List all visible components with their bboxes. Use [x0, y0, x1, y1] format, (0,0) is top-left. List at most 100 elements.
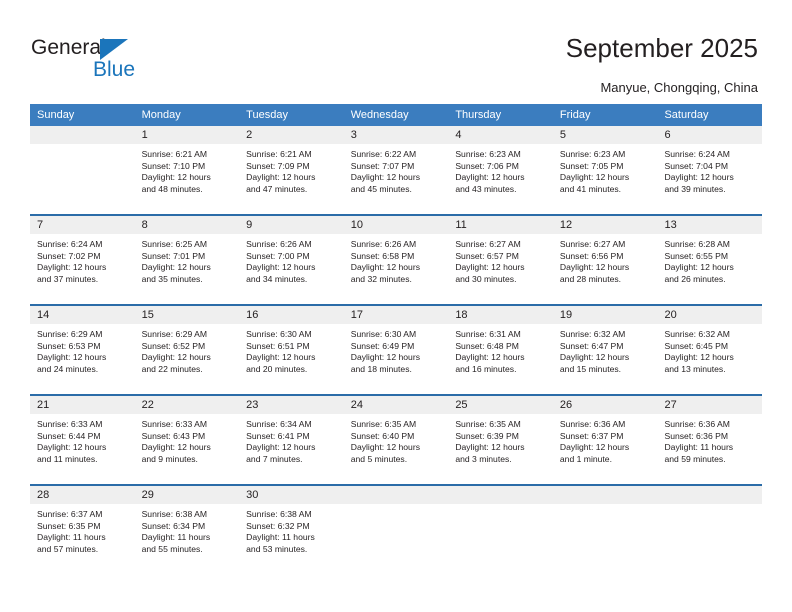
- calendar-day-cell[interactable]: 16 Sunrise: 6:30 AM Sunset: 6:51 PM Dayligh…: [239, 306, 344, 394]
- day-details: Sunrise: 6:38 AM Sunset: 6:32 PM Daylight:…: [239, 504, 344, 555]
- day-details: Sunrise: 6:32 AM Sunset: 6:45 PM Daylight:…: [657, 324, 762, 375]
- sunrise-time: Sunrise: 6:36 AM: [664, 419, 730, 429]
- sunrise-time: Sunrise: 6:38 AM: [246, 509, 312, 519]
- sunrise-time: Sunrise: 6:35 AM: [350, 419, 417, 429]
- day-number: 13: [657, 216, 763, 234]
- daylight-duration-line2: and 30 minutes.: [455, 273, 517, 284]
- daylight-duration-line2: and 24 minutes.: [37, 363, 99, 374]
- calendar-day-cell[interactable]: 6 Sunrise: 6:24 AM Sunset: 7:04 PM Daylight…: [657, 126, 763, 214]
- sunrise-time: Sunrise: 6:33 AM: [141, 419, 208, 429]
- calendar-day-cell[interactable]: 11 Sunrise: 6:27 AM Sunset: 6:57 PM Dayligh…: [448, 216, 553, 304]
- calendar-day-cell[interactable]: 21 Sunrise: 6:33 AM Sunset: 6:44 PM Dayligh…: [30, 396, 135, 484]
- calendar-day-cell-empty: [448, 486, 553, 574]
- weekday-header-thursday: Thursday: [455, 109, 502, 121]
- day-number: 14: [30, 306, 135, 324]
- daylight-duration-line2: and 1 minute.: [559, 453, 612, 464]
- day-number: 25: [448, 396, 553, 414]
- calendar-day-cell[interactable]: 28 Sunrise: 6:37 AM Sunset: 6:35 PM Dayligh…: [30, 486, 135, 574]
- daylight-duration-line2: and 57 minutes.: [37, 543, 99, 554]
- calendar-day-cell[interactable]: 2 Sunrise: 6:21 AM Sunset: 7:09 PM Daylight…: [239, 126, 344, 214]
- calendar-day-cell[interactable]: 17 Sunrise: 6:30 AM Sunset: 6:49 PM Dayligh…: [343, 306, 449, 394]
- calendar-day-cell[interactable]: 8 Sunrise: 6:25 AM Sunset: 7:01 PM Daylight…: [134, 216, 240, 304]
- day-details: Sunrise: 6:25 AM Sunset: 7:01 PM Daylight:…: [135, 234, 240, 285]
- calendar-day-cell[interactable]: 10 Sunrise: 6:26 AM Sunset: 6:58 PM Dayligh…: [343, 216, 449, 304]
- calendar-day-cell[interactable]: 27 Sunrise: 6:36 AM Sunset: 6:36 PM Dayligh…: [657, 396, 763, 484]
- sunset-time: Sunset: 7:01 PM: [141, 250, 206, 261]
- daylight-duration-line2: and 53 minutes.: [246, 543, 308, 554]
- sunset-time: Sunset: 6:37 PM: [559, 430, 624, 441]
- calendar-day-cell[interactable]: 7 Sunrise: 6:24 AM Sunset: 7:02 PM Daylight…: [30, 216, 135, 304]
- calendar-day-cell[interactable]: 23 Sunrise: 6:34 AM Sunset: 6:41 PM Dayligh…: [239, 396, 344, 484]
- calendar-day-cell[interactable]: 1 Sunrise: 6:21 AM Sunset: 7:10 PM Daylight…: [134, 126, 240, 214]
- daylight-duration-line1: Daylight: 12 hours: [455, 172, 525, 183]
- day-details: Sunrise: 6:26 AM Sunset: 6:58 PM Daylight:…: [344, 234, 449, 285]
- daylight-duration-line1: Daylight: 12 hours: [246, 352, 316, 363]
- weekday-header-saturday: Saturday: [664, 109, 709, 121]
- daylight-duration-line2: and 43 minutes.: [455, 183, 517, 194]
- sunset-time: Sunset: 7:04 PM: [664, 160, 729, 171]
- general-blue-logo[interactable]: General Blue: [31, 36, 151, 82]
- day-number: 6: [657, 126, 763, 144]
- calendar-day-cell[interactable]: 30 Sunrise: 6:38 AM Sunset: 6:32 PM Dayligh…: [239, 486, 344, 574]
- calendar-day-cell[interactable]: 20 Sunrise: 6:32 AM Sunset: 6:45 PM Dayligh…: [657, 306, 763, 394]
- sunrise-time: Sunrise: 6:31 AM: [455, 329, 521, 339]
- calendar-day-cell[interactable]: 25 Sunrise: 6:35 AM Sunset: 6:39 PM Dayligh…: [448, 396, 553, 484]
- calendar-day-cell[interactable]: 29 Sunrise: 6:38 AM Sunset: 6:34 PM Dayligh…: [134, 486, 240, 574]
- calendar-day-cell[interactable]: 19 Sunrise: 6:32 AM Sunset: 6:47 PM Dayligh…: [552, 306, 658, 394]
- calendar-day-cell[interactable]: 18 Sunrise: 6:31 AM Sunset: 6:48 PM Dayligh…: [448, 306, 553, 394]
- day-number: 5: [552, 126, 658, 144]
- daylight-duration-line1: Daylight: 12 hours: [559, 172, 630, 183]
- calendar-day-cell[interactable]: 12 Sunrise: 6:27 AM Sunset: 6:56 PM Dayligh…: [552, 216, 658, 304]
- sunset-time: Sunset: 6:35 PM: [37, 520, 101, 531]
- calendar-week-inner: 21 Sunrise: 6:33 AM Sunset: 6:44 PM Dayligh…: [30, 396, 763, 484]
- calendar-day-cell[interactable]: 4 Sunrise: 6:23 AM Sunset: 7:06 PM Daylight…: [448, 126, 553, 214]
- calendar-day-cell[interactable]: 26 Sunrise: 6:36 AM Sunset: 6:37 PM Dayligh…: [552, 396, 658, 484]
- calendar-day-cell[interactable]: 3 Sunrise: 6:22 AM Sunset: 7:07 PM Daylight…: [343, 126, 449, 214]
- page-title: September 2025: [565, 33, 758, 63]
- sunset-time: Sunset: 7:05 PM: [559, 160, 624, 171]
- day-number: 24: [343, 396, 449, 414]
- daylight-duration-line1: Daylight: 12 hours: [664, 352, 734, 363]
- daylight-duration-line2: and 7 minutes.: [246, 453, 303, 464]
- calendar-day-cell[interactable]: 14 Sunrise: 6:29 AM Sunset: 6:53 PM Dayligh…: [30, 306, 135, 394]
- daylight-duration-line2: and 26 minutes.: [664, 273, 726, 284]
- daylight-duration-line1: Daylight: 11 hours: [141, 532, 211, 543]
- daylight-duration-line2: and 16 minutes.: [455, 363, 517, 374]
- calendar-day-cell-empty: [552, 486, 658, 574]
- day-number: 28: [30, 486, 135, 504]
- day-details: Sunrise: 6:27 AM Sunset: 6:57 PM Daylight:…: [448, 234, 553, 285]
- day-number: 10: [343, 216, 449, 234]
- weekday-header-row: Sunday Monday Tuesday Wednesday Thursday Frid…: [30, 104, 762, 126]
- blue-triangle-icon: [100, 39, 128, 60]
- day-details: Sunrise: 6:32 AM Sunset: 6:47 PM Daylight:…: [553, 324, 658, 375]
- day-details: Sunrise: 6:33 AM Sunset: 6:43 PM Daylight:…: [135, 414, 240, 465]
- calendar-day-cell[interactable]: 24 Sunrise: 6:35 AM Sunset: 6:40 PM Dayligh…: [343, 396, 449, 484]
- day-number: 12: [552, 216, 658, 234]
- sunrise-time: Sunrise: 6:27 AM: [455, 239, 521, 249]
- logo-text-general: General: [31, 36, 106, 59]
- daylight-duration-line2: and 9 minutes.: [141, 453, 198, 464]
- sunset-time: Sunset: 6:47 PM: [559, 340, 624, 351]
- calendar-day-cell[interactable]: 13 Sunrise: 6:28 AM Sunset: 6:55 PM Dayligh…: [657, 216, 763, 304]
- calendar-day-cell[interactable]: 22 Sunrise: 6:33 AM Sunset: 6:43 PM Dayligh…: [134, 396, 240, 484]
- sunset-time: Sunset: 6:39 PM: [455, 430, 519, 441]
- calendar-page: General Blue September 2025 Manyue, Chon…: [0, 0, 792, 612]
- day-number: 15: [134, 306, 240, 324]
- calendar-week-inner: 7 Sunrise: 6:24 AM Sunset: 7:02 PM Daylight…: [30, 216, 763, 304]
- sunset-time: Sunset: 6:44 PM: [37, 430, 101, 441]
- calendar-day-cell[interactable]: 15 Sunrise: 6:29 AM Sunset: 6:52 PM Dayligh…: [134, 306, 240, 394]
- sunrise-time: Sunrise: 6:21 AM: [246, 149, 312, 159]
- daylight-duration-line1: Daylight: 12 hours: [350, 442, 421, 453]
- sunrise-time: Sunrise: 6:23 AM: [559, 149, 626, 159]
- daylight-duration-line2: and 3 minutes.: [455, 453, 512, 464]
- calendar-day-cell[interactable]: 5 Sunrise: 6:23 AM Sunset: 7:05 PM Daylight…: [552, 126, 658, 214]
- day-number: 30: [239, 486, 344, 504]
- calendar-day-cell[interactable]: 9 Sunrise: 6:26 AM Sunset: 7:00 PM Daylight…: [239, 216, 344, 304]
- calendar-week-row: 14 Sunrise: 6:29 AM Sunset: 6:53 PM Dayligh…: [30, 304, 763, 394]
- day-number: [448, 486, 553, 504]
- sunset-time: Sunset: 6:58 PM: [350, 250, 415, 261]
- sunrise-time: Sunrise: 6:26 AM: [246, 239, 312, 249]
- day-number: 8: [134, 216, 240, 234]
- calendar-week-row: 1 Sunrise: 6:21 AM Sunset: 7:10 PM Daylight…: [30, 126, 763, 214]
- sunrise-time: Sunrise: 6:28 AM: [664, 239, 730, 249]
